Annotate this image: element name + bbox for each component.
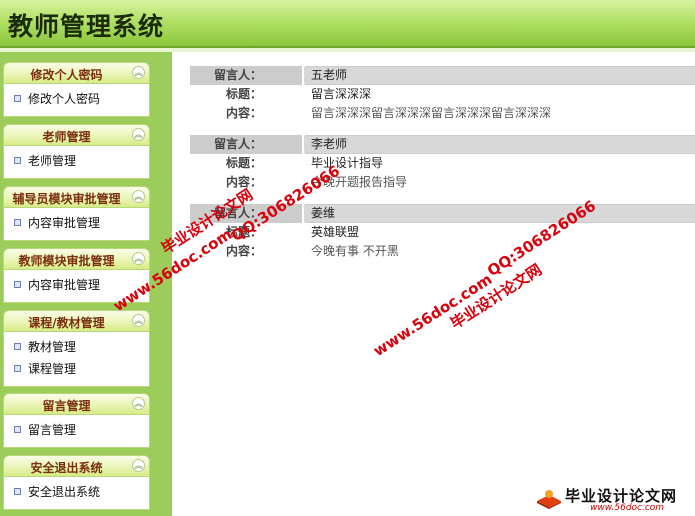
sidebar-group-logout: 安全退出系统 ︽ 安全退出系统 (3, 455, 150, 510)
bullet-icon (14, 157, 21, 164)
app-header: 教师管理系统 (0, 0, 695, 48)
footer-logo: 毕业设计论文网 www.56doc.com (535, 485, 690, 513)
chevron-up-icon[interactable]: ︽ (132, 190, 145, 203)
author-label: 留言人： (190, 135, 262, 154)
chevron-up-icon[interactable]: ︽ (132, 459, 145, 472)
sidebar-group-header[interactable]: 老师管理 ︽ (3, 124, 150, 146)
chevron-up-icon[interactable]: ︽ (132, 66, 145, 79)
sidebar-group-header[interactable]: 修改个人密码 ︽ (3, 62, 150, 84)
subject-label: 标题： (225, 87, 262, 101)
body-label: 内容： (225, 175, 262, 189)
message-card: 留言人： 李老师 标题： 毕业设计指导 内容： 今晚开题报告指导 (190, 135, 695, 192)
sidebar-group-title: 留言管理 (42, 399, 91, 413)
sidebar-group-header[interactable]: 留言管理 ︽ (3, 393, 150, 415)
sidebar-group-header[interactable]: 教师模块审批管理 ︽ (3, 248, 150, 270)
sidebar-item-counselor-content-approval[interactable]: 内容审批管理 (4, 212, 149, 234)
sidebar-item-change-password[interactable]: 修改个人密码 (4, 88, 149, 110)
bullet-icon (14, 219, 21, 226)
chevron-up-icon[interactable]: ︽ (132, 128, 145, 141)
book-logo-icon (537, 490, 561, 509)
message-subject: 英雄联盟 (311, 225, 360, 239)
bullet-icon (14, 281, 21, 288)
message-list: 留言人： 五老师 标题： 留言深深深 内容： 留言深深深留言深深深留言深深深留言深深深… (190, 66, 695, 271)
chevron-up-icon[interactable]: ︽ (132, 397, 145, 410)
body-label: 内容： (225, 106, 262, 120)
sidebar-group-title: 老师管理 (42, 130, 91, 144)
message-author: 姜维 (304, 205, 695, 222)
sidebar-group-password: 修改个人密码 ︽ 修改个人密码 (3, 62, 150, 117)
sidebar-item-teacher-management[interactable]: 老师管理 (4, 150, 149, 172)
sidebar-item-course-management[interactable]: 课程管理 (4, 358, 149, 380)
sidebar-group-counselor-approval: 辅导员模块审批管理 ︽ 内容审批管理 (3, 186, 150, 241)
message-subject: 留言深深深 (311, 87, 372, 101)
sidebar-item-logout[interactable]: 安全退出系统 (4, 481, 149, 503)
bullet-icon (14, 95, 21, 102)
app-title: 教师管理系统 (8, 12, 165, 41)
bullet-icon (14, 365, 21, 372)
footer-logo-url: www.56doc.com (590, 503, 665, 513)
message-body: 留言深深深留言深深深留言深深深留言深深深 (311, 106, 552, 120)
sidebar-group-title: 修改个人密码 (30, 68, 103, 82)
message-body: 今晚有事 不开黑 (311, 244, 399, 258)
sidebar-group-courses: 课程/教材管理 ︽ 教材管理 课程管理 (3, 310, 150, 387)
sidebar-group-messages: 留言管理 ︽ 留言管理 (3, 393, 150, 448)
sidebar-item-textbook-management[interactable]: 教材管理 (4, 336, 149, 358)
sidebar-group-title: 课程/教材管理 (28, 316, 105, 330)
subject-label: 标题： (225, 156, 262, 170)
sidebar-group-header[interactable]: 安全退出系统 ︽ (3, 455, 150, 477)
sidebar-group-title: 辅导员模块审批管理 (12, 192, 121, 206)
bullet-icon (14, 426, 21, 433)
chevron-up-icon[interactable]: ︽ (132, 252, 145, 265)
sidebar-group-header[interactable]: 课程/教材管理 ︽ (3, 310, 150, 332)
sidebar-group-title: 安全退出系统 (30, 461, 103, 475)
message-author: 五老师 (304, 67, 695, 84)
sidebar-group-title: 教师模块审批管理 (18, 254, 115, 268)
bullet-icon (14, 343, 21, 350)
sidebar-item-message-management[interactable]: 留言管理 (4, 419, 149, 441)
chevron-up-icon[interactable]: ︽ (132, 314, 145, 327)
sidebar-group-header[interactable]: 辅导员模块审批管理 ︽ (3, 186, 150, 208)
sidebar-group-teachers: 老师管理 ︽ 老师管理 (3, 124, 150, 179)
message-author: 李老师 (304, 136, 695, 153)
author-label: 留言人： (190, 66, 262, 85)
bullet-icon (14, 488, 21, 495)
message-card: 留言人： 五老师 标题： 留言深深深 内容： 留言深深深留言深深深留言深深深留言深深深 (190, 66, 695, 123)
